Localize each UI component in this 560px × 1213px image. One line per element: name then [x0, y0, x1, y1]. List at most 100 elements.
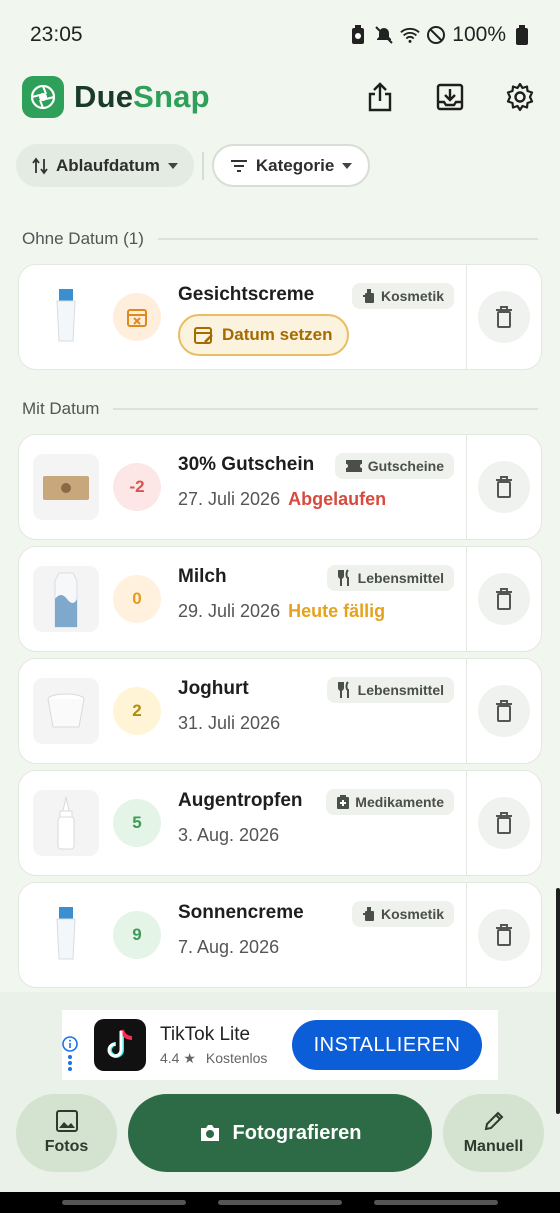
category-tag: Medikamente — [326, 789, 454, 815]
manual-entry-button[interactable]: Manuell — [443, 1094, 544, 1172]
nav-pill[interactable] — [374, 1200, 498, 1205]
section-divider — [157, 238, 538, 240]
days-remaining-badge: -2 — [113, 463, 161, 511]
share-button[interactable] — [362, 79, 398, 115]
chevron-down-icon — [342, 162, 353, 169]
days-remaining-badge: 9 — [113, 911, 161, 959]
brand-part-snap: Snap — [133, 79, 210, 114]
item-card[interactable]: Gesichtscreme Datum setzen Kosmetik — [18, 264, 542, 370]
category-tag-label: Kosmetik — [380, 906, 444, 922]
category-chip[interactable]: Kategorie — [211, 144, 371, 187]
section-divider — [113, 408, 538, 410]
filter-bar: Ablaufdatum Kategorie — [16, 144, 371, 187]
item-date: 3. Aug. 2026 — [178, 825, 280, 845]
cutlery-icon — [337, 569, 353, 587]
category-tag: Lebensmittel — [326, 677, 454, 703]
battery-saver-icon — [348, 25, 368, 45]
settings-button[interactable] — [502, 79, 538, 115]
system-nav-bar — [0, 1192, 560, 1213]
ad-subtitle: 4.4 ★ Kostenlos — [160, 1050, 267, 1067]
item-name: Augentropfen — [178, 790, 303, 811]
gear-icon — [506, 82, 534, 112]
category-tag-label: Gutscheine — [367, 458, 444, 474]
app-bar: DueSnap — [0, 70, 560, 124]
category-tag: Kosmetik — [351, 901, 454, 927]
item-thumbnail — [33, 790, 99, 856]
item-card[interactable]: 9 Sonnencreme 7. Aug. 2026 Kosmetik — [18, 882, 542, 988]
item-card[interactable]: 2 Joghurt 31. Juli 2026 Lebensmittel — [18, 658, 542, 764]
item-card[interactable]: 5 Augentropfen 3. Aug. 2026 Medikamente — [18, 770, 542, 876]
status-time: 23:05 — [30, 23, 83, 46]
delete-zone — [466, 771, 541, 875]
cosmetic-icon — [362, 906, 376, 922]
category-tag-label: Lebensmittel — [357, 682, 444, 698]
cutlery-icon — [337, 681, 353, 699]
ad-title: TikTok Lite — [160, 1023, 251, 1045]
camera-label: Fotografieren — [232, 1121, 362, 1144]
item-date-line: 27. Juli 2026 Abgelaufen — [178, 489, 386, 510]
item-name: Sonnencreme — [178, 902, 304, 923]
no-date-badge — [113, 293, 161, 341]
item-date: 31. Juli 2026 — [178, 713, 281, 733]
battery-icon — [512, 25, 532, 45]
item-name: 30% Gutschein — [178, 454, 315, 475]
delete-zone — [466, 883, 541, 987]
item-status: Heute fällig — [288, 601, 386, 621]
ad-info-icon[interactable] — [60, 1036, 80, 1072]
item-thumbnail — [33, 566, 99, 632]
ad-install-button[interactable]: INSTALLIEREN — [292, 1020, 482, 1070]
item-date: 29. Juli 2026 — [178, 601, 281, 621]
photos-button[interactable]: Fotos — [16, 1094, 117, 1172]
days-remaining-badge: 5 — [113, 799, 161, 847]
section-title: Mit Datum — [22, 399, 100, 418]
item-status: Abgelaufen — [288, 489, 387, 509]
nav-pill[interactable] — [218, 1200, 342, 1205]
category-tag-label: Kosmetik — [380, 288, 444, 304]
download-box-icon — [436, 83, 464, 111]
item-name: Joghurt — [178, 678, 249, 699]
camera-icon — [200, 1125, 219, 1141]
set-date-button[interactable]: Datum setzen — [178, 314, 349, 356]
item-thumbnail — [33, 454, 99, 520]
pencil-icon — [484, 1111, 503, 1131]
camera-button[interactable]: Fotografieren — [128, 1094, 432, 1172]
item-name: Milch — [178, 566, 227, 587]
sort-arrows-icon — [32, 157, 48, 174]
delete-button[interactable] — [478, 573, 530, 625]
delete-button[interactable] — [478, 461, 530, 513]
medkit-icon — [336, 794, 350, 810]
delete-zone — [466, 265, 541, 369]
set-date-label: Datum setzen — [222, 325, 333, 344]
item-card[interactable]: -2 30% Gutschein 27. Juli 2026 Abgelaufen Gu… — [18, 434, 542, 540]
sort-chip[interactable]: Ablaufdatum — [16, 144, 194, 187]
delete-button[interactable] — [478, 797, 530, 849]
delete-zone — [466, 435, 541, 539]
item-date: 27. Juli 2026 — [178, 489, 281, 509]
section-header-undated: Ohne Datum (1) — [22, 229, 538, 249]
brand-part-due: Due — [74, 79, 134, 114]
delete-button[interactable] — [478, 291, 530, 343]
wifi-icon — [400, 25, 420, 45]
scrollbar[interactable] — [556, 888, 560, 1114]
trash-icon — [496, 588, 512, 610]
item-card[interactable]: 0 Milch 29. Juli 2026 Heute fällig Lebensmit… — [18, 546, 542, 652]
category-tag: Lebensmittel — [326, 565, 454, 591]
battery-percent: 100% — [452, 23, 506, 46]
import-button[interactable] — [432, 79, 468, 115]
item-date-line: 29. Juli 2026 Heute fällig — [178, 601, 385, 622]
photos-label: Fotos — [44, 1138, 89, 1155]
delete-button[interactable] — [478, 685, 530, 737]
nav-pill[interactable] — [62, 1200, 186, 1205]
section-title: Ohne Datum (1) — [22, 229, 144, 248]
share-icon — [368, 82, 392, 112]
tiktok-logo-icon — [94, 1019, 146, 1071]
trash-icon — [496, 700, 512, 722]
section-header-dated: Mit Datum — [22, 399, 538, 419]
item-date-line: 7. Aug. 2026 — [178, 937, 279, 958]
item-thumbnail — [33, 284, 99, 350]
ad-banner[interactable]: TikTok Lite 4.4 ★ Kostenlos INSTALLIEREN — [62, 1010, 498, 1080]
chevron-down-icon — [167, 162, 178, 169]
filter-divider — [201, 151, 204, 180]
sort-chip-label: Ablaufdatum — [56, 155, 160, 175]
delete-button[interactable] — [478, 909, 530, 961]
